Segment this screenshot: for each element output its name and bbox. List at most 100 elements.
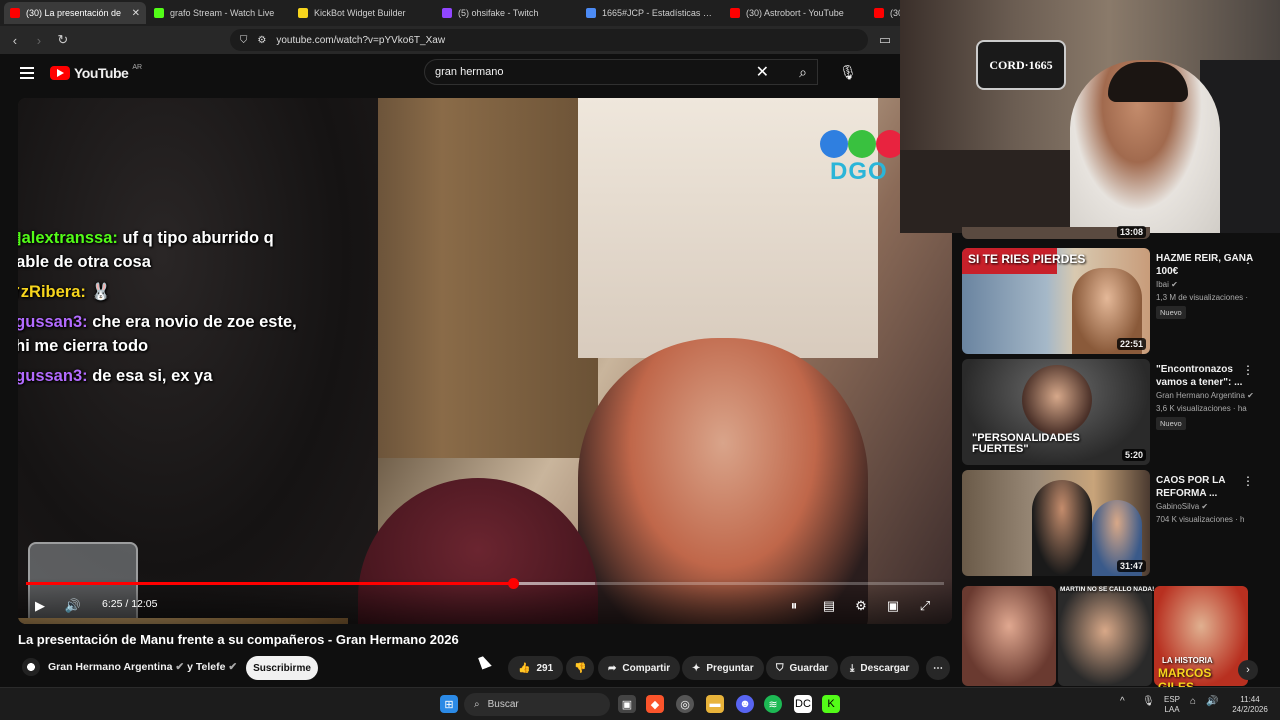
recommended-video[interactable]: 31:47 CAOS POR LA REFORMA ... GabinoSilv… (962, 470, 1280, 576)
voice-search-button[interactable]: 🎙 (836, 59, 860, 85)
prev-thumbnail-edge[interactable]: 13:08 (962, 226, 1150, 239)
menu-icon[interactable] (20, 67, 34, 79)
browser-tab[interactable]: (30) La presentación de ✕ (4, 2, 146, 24)
ask-label: Preguntar (706, 662, 754, 674)
played-bar (26, 582, 513, 585)
video-thumbnail[interactable]: 31:47 (962, 470, 1150, 576)
more-actions-button[interactable]: ⋯ (926, 656, 950, 680)
recommended-channel[interactable]: Ibai ✔ (1156, 280, 1178, 289)
short-thumbnail[interactable] (962, 586, 1056, 686)
recommended-title[interactable]: CAOS POR LA REFORMA ... (1156, 474, 1256, 500)
thumbs-up-icon: 👍 (518, 662, 531, 674)
reload-icon[interactable]: ↻ (56, 32, 70, 48)
volume-tray-icon[interactable]: 🔊 (1206, 697, 1218, 707)
recommended-channel[interactable]: Gran Hermano Argentina ✔ (1156, 391, 1254, 400)
discord-icon[interactable]: ☻ (736, 695, 754, 713)
file-explorer-icon[interactable]: ▬ (706, 695, 724, 713)
time-display: 6:25 / 12:05 (102, 598, 158, 610)
network-icon[interactable]: ⌂ (1190, 697, 1196, 707)
windows-taskbar: ⊞ ⌕ Buscar ▣ ◆ ◎ ▬ ☻ ≋ DC K ^ 🎙 ESP LAA … (0, 687, 1280, 720)
tab-title: KickBot Widget Builder (314, 8, 406, 18)
tab-favicon-icon (730, 8, 740, 18)
back-icon[interactable]: ‹ (8, 33, 22, 48)
channel-avatar[interactable] (22, 658, 40, 676)
like-button[interactable]: 👍 291 (508, 656, 564, 680)
browser-tab[interactable]: grafo Stream - Watch Live (148, 2, 290, 24)
browser-tab[interactable]: KickBot Widget Builder (292, 2, 434, 24)
video-thumbnail[interactable]: SI TE RIES PIERDES 22:51 (962, 248, 1150, 354)
short-thumbnail[interactable]: MARTIN NO SE CALLO NADA! (1058, 586, 1154, 686)
bookmark-icon[interactable]: ⛉ (240, 35, 248, 46)
fullscreen-icon[interactable]: ⤢ (916, 596, 934, 616)
thumbs-down-icon: 👎 (574, 662, 587, 674)
recommended-views: 704 K visualizaciones · h (1156, 515, 1245, 524)
play-icon[interactable]: ▶ (32, 596, 48, 616)
clear-search-icon[interactable]: ✕ (756, 62, 769, 82)
short-text: LA HISTORIA (1162, 656, 1213, 665)
save-button[interactable]: ⛉ Guardar (766, 656, 839, 680)
channel-link[interactable]: Gran Hermano Argentina ✔ y Telefe ✔ (48, 661, 237, 673)
forward-icon[interactable]: › (32, 33, 46, 48)
recommended-title[interactable]: HAZME REIR, GANA 100€ (1156, 252, 1256, 278)
duration-badge: 22:51 (1116, 338, 1146, 350)
share-button[interactable]: ➦ Compartir (598, 656, 681, 680)
browser-tab[interactable]: (30) Astrobort - YouTube (724, 2, 866, 24)
miniplayer-icon[interactable]: ▣ (884, 596, 902, 616)
short-thumbnail[interactable]: LA HISTORIA MARCOS GILES (1154, 586, 1248, 694)
download-button[interactable]: ⤓ Descargar (840, 656, 920, 680)
kick-icon[interactable]: K (822, 695, 840, 713)
scrubber-handle[interactable] (507, 578, 519, 589)
windows-start-icon[interactable]: ⊞ (440, 695, 458, 713)
app-icon[interactable]: ◎ (676, 695, 694, 713)
browser-tab[interactable]: 1665#JCP - Estadísticas del im (580, 2, 722, 24)
search-input[interactable]: gran hermano ✕ (424, 59, 818, 85)
autoplay-toggle-icon[interactable]: ⏸ (786, 596, 802, 616)
thumb-text: "PERSONALIDADES FUERTES" (972, 432, 1080, 455)
share-label: Compartir (622, 662, 671, 674)
subtitles-icon[interactable]: ▤ (820, 596, 838, 616)
taskbar-search[interactable]: ⌕ Buscar (464, 693, 610, 716)
youtube-play-icon (50, 66, 70, 80)
recommended-title[interactable]: "Encontronazos vamos a tener": ... (1156, 363, 1256, 389)
next-arrow-icon[interactable]: › (1238, 660, 1258, 680)
more-icon: ⋯ (933, 662, 943, 674)
webcam-sign: CORD·1665 (976, 40, 1066, 90)
site-settings-icon[interactable]: ⚙ (257, 35, 266, 46)
browser-tab[interactable]: (5) ohsifake - Twitch (436, 2, 578, 24)
cast-icon[interactable]: ▭ (878, 32, 892, 48)
video-player[interactable]: DGO ▦alextranssa: uf q tipo aburrido q h… (18, 98, 952, 624)
recommended-video[interactable]: SI TE RIES PIERDES 22:51 HAZME REIR, GAN… (962, 248, 1280, 354)
verified-icon: ✔ (1247, 391, 1254, 400)
recommended-views: 3,6 K visualizaciones · ha (1156, 404, 1247, 413)
subscribe-button[interactable]: Suscribirme (246, 656, 318, 680)
close-tab-icon[interactable]: ✕ (132, 8, 140, 19)
brave-browser-icon[interactable]: ◆ (646, 695, 664, 713)
task-view-icon[interactable]: ▣ (618, 695, 636, 713)
tray-mic-icon[interactable]: 🎙 (1142, 697, 1155, 707)
dislike-button[interactable]: 👎 (566, 656, 595, 680)
ask-button[interactable]: ✦ Preguntar (682, 656, 764, 680)
clock[interactable]: 11:44 24/2/2026 (1228, 695, 1272, 715)
youtube-logo[interactable]: YouTube AR (50, 64, 142, 81)
tray-overflow-icon[interactable]: ^ (1120, 697, 1125, 707)
search-button[interactable]: ⌕ (786, 59, 820, 85)
duration-badge: 5:20 (1121, 449, 1146, 461)
more-options-icon[interactable]: ⋮ (1242, 252, 1254, 266)
download-icon: ⤓ (850, 662, 855, 674)
more-options-icon[interactable]: ⋮ (1242, 363, 1254, 377)
recommended-video[interactable]: "PERSONALIDADES FUERTES" 5:20 "Encontron… (962, 359, 1280, 465)
recommended-channel[interactable]: GabinoSilva ✔ (1156, 502, 1208, 511)
language-indicator[interactable]: ESP LAA (1164, 695, 1180, 715)
progress-bar[interactable] (26, 578, 944, 589)
recommendations-sidebar: 13:08 SI TE RIES PIERDES 22:51 HAZME REI… (962, 226, 1280, 694)
spotify-icon[interactable]: ≋ (764, 695, 782, 713)
app-dc-icon[interactable]: DC (794, 695, 812, 713)
settings-icon[interactable]: ⚙ (852, 596, 870, 616)
volume-icon[interactable]: 🔊 (64, 596, 82, 616)
video-thumbnail[interactable]: "PERSONALIDADES FUERTES" 5:20 (962, 359, 1150, 465)
url-field[interactable]: ⛉ ⚙ youtube.com/watch?v=pYVko6T_Xaw (229, 29, 869, 51)
download-label: Descargar (860, 662, 910, 674)
verified-icon: ✔ (1201, 502, 1209, 511)
more-options-icon[interactable]: ⋮ (1242, 474, 1254, 488)
stream-chat-overlay: ▦alextranssa: uf q tipo aburrido q hable… (18, 226, 306, 394)
